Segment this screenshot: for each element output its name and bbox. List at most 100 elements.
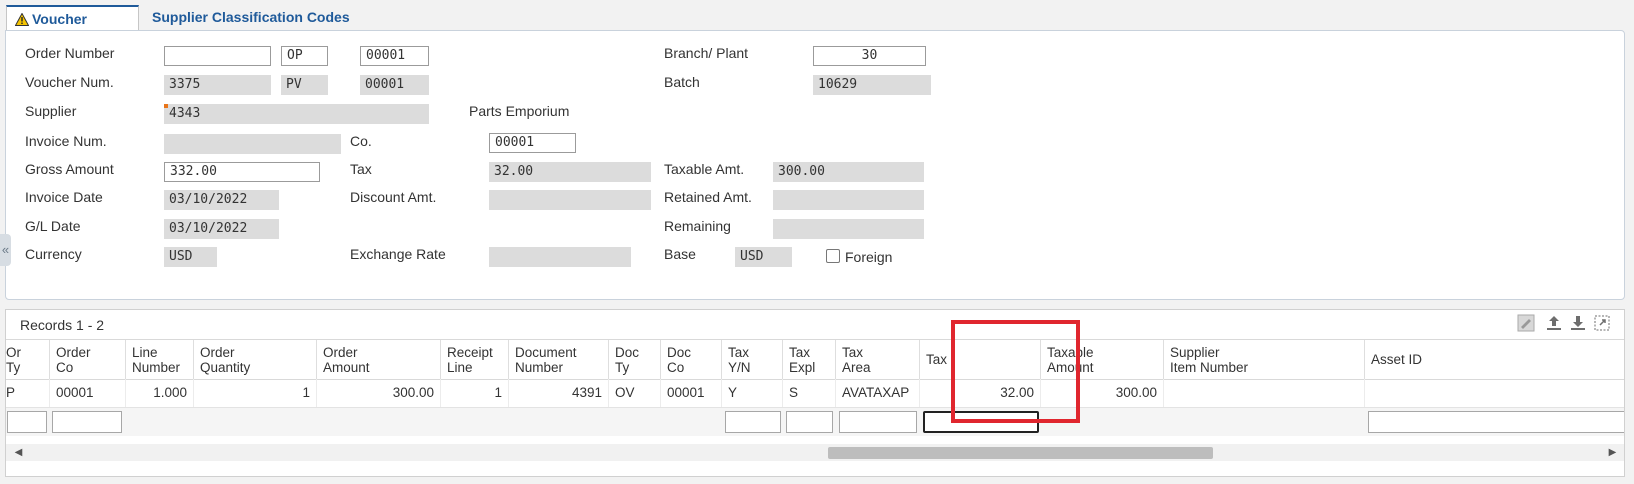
- cell-doc-co: 00001: [661, 379, 722, 407]
- retained-amt-field: [773, 190, 924, 210]
- detail-grid: Records 1 - 2 Or Ty Order Co Line Number Or…: [5, 309, 1625, 477]
- new-tax-yn-input[interactable]: [725, 411, 781, 433]
- tax-field: 32.00: [489, 162, 651, 182]
- company-input[interactable]: 00001: [489, 133, 576, 153]
- voucher-company-field: 00001: [360, 75, 429, 95]
- records-count: Records 1 - 2: [20, 317, 105, 333]
- exchange-rate-field: [489, 247, 631, 267]
- supplier-value: 4343: [169, 106, 201, 121]
- base-currency-field: USD: [735, 247, 792, 267]
- discount-amt-field: [489, 190, 651, 210]
- new-entry-row: [6, 408, 1624, 436]
- tab-supplier-classification-label: Supplier Classification Codes: [152, 9, 350, 25]
- grid-header-row: Or Ty Order Co Line Number Order Quantity Or…: [6, 339, 1624, 380]
- cell-or-ty: P: [6, 379, 50, 407]
- batch-label: Batch: [664, 74, 700, 90]
- taxable-amt-field: 300.00: [773, 162, 924, 182]
- cell-tax-area: AVATAXAP: [836, 379, 920, 407]
- voucher-num-field: 3375: [164, 75, 271, 95]
- col-receipt-line[interactable]: Receipt Line: [441, 340, 509, 379]
- batch-field: 10629: [813, 75, 931, 95]
- base-label: Base: [664, 246, 696, 262]
- remaining-field: [773, 219, 924, 239]
- collapse-panel-handle[interactable]: «: [0, 234, 11, 266]
- voucher-num-label: Voucher Num.: [25, 74, 114, 90]
- scroll-left-icon[interactable]: ◀: [10, 444, 27, 461]
- warning-icon: [15, 13, 29, 26]
- order-number-label: Order Number: [25, 45, 115, 61]
- scroll-right-icon[interactable]: ▶: [1604, 444, 1621, 461]
- col-doc-co[interactable]: Doc Co: [661, 340, 722, 379]
- tab-supplier-classification-codes[interactable]: Supplier Classification Codes: [144, 5, 358, 30]
- tax-label: Tax: [350, 161, 372, 177]
- col-supplier-item-number[interactable]: Supplier Item Number: [1164, 340, 1365, 379]
- cell-tax-yn: Y: [722, 379, 783, 407]
- col-or-ty[interactable]: Or Ty: [6, 340, 50, 379]
- cell-tax: 32.00: [920, 379, 1041, 407]
- cell-document-number: 4391: [509, 379, 609, 407]
- gl-date-field: 03/10/2022: [164, 219, 279, 239]
- col-order-co[interactable]: Order Co: [50, 340, 126, 379]
- cell-order-co: 00001: [50, 379, 126, 407]
- new-order-co-input[interactable]: [52, 411, 122, 433]
- cell-asset-id: [1365, 379, 1624, 407]
- retained-amt-label: Retained Amt.: [664, 189, 752, 205]
- edit-icon[interactable]: [1516, 314, 1536, 334]
- col-document-number[interactable]: Document Number: [509, 340, 609, 379]
- supplier-label: Supplier: [25, 103, 77, 119]
- tab-voucher-match[interactable]: Voucher Match: [6, 5, 139, 51]
- invoice-date-field: 03/10/2022: [164, 190, 279, 210]
- foreign-label: Foreign: [845, 249, 893, 265]
- gl-date-label: G/L Date: [25, 218, 81, 234]
- col-order-amount[interactable]: Order Amount: [317, 340, 441, 379]
- taxable-amt-label: Taxable Amt.: [664, 161, 745, 177]
- upload-icon[interactable]: [1544, 314, 1564, 334]
- cell-supplier-item-number: [1164, 379, 1365, 407]
- invoice-num-field: [164, 134, 341, 154]
- download-icon[interactable]: [1568, 314, 1588, 334]
- currency-label: Currency: [25, 246, 82, 262]
- col-asset-id[interactable]: Asset ID: [1365, 340, 1624, 379]
- voucher-type-field: PV: [281, 75, 328, 95]
- scroll-thumb[interactable]: [828, 447, 1213, 459]
- maximize-icon[interactable]: [1592, 314, 1612, 334]
- supplier-name: Parts Emporium: [469, 103, 570, 119]
- remaining-label: Remaining: [664, 218, 731, 234]
- new-asset-id-input[interactable]: [1368, 411, 1624, 433]
- invoice-num-label: Invoice Num.: [25, 133, 107, 149]
- table-row[interactable]: P 00001 1.000 1 300.00 1 4391 OV 00001 Y…: [6, 379, 1624, 408]
- cell-taxable-amount: 300.00: [1041, 379, 1164, 407]
- col-tax-area[interactable]: Tax Area: [836, 340, 920, 379]
- horizontal-scrollbar[interactable]: ◀ ▶: [6, 444, 1624, 461]
- new-tax-expl-input[interactable]: [786, 411, 833, 433]
- currency-field: USD: [164, 247, 217, 267]
- cell-order-quantity: 1: [194, 379, 317, 407]
- branch-plant-input[interactable]: 30: [813, 46, 926, 66]
- discount-amt-label: Discount Amt.: [350, 189, 437, 205]
- exchange-rate-label: Exchange Rate: [350, 246, 446, 262]
- tab-bar: Voucher Match Supplier Classification Co…: [6, 5, 1618, 51]
- new-or-ty-input[interactable]: [7, 411, 47, 433]
- col-order-quantity[interactable]: Order Quantity: [194, 340, 317, 379]
- branch-plant-label: Branch/ Plant: [664, 45, 749, 61]
- cell-receipt-line: 1: [441, 379, 509, 407]
- company-label: Co.: [350, 133, 372, 149]
- supplier-field: 4343: [164, 104, 429, 124]
- voucher-header-panel: Order Number OP 00001 Branch/ Plant 30 V…: [5, 30, 1625, 300]
- gross-amount-label: Gross Amount: [25, 161, 114, 177]
- order-number-input[interactable]: [164, 46, 271, 66]
- order-type-input[interactable]: OP: [281, 46, 328, 66]
- gross-amount-input[interactable]: 332.00: [164, 162, 320, 182]
- col-doc-ty[interactable]: Doc Ty: [609, 340, 661, 379]
- order-company-input[interactable]: 00001: [360, 46, 429, 66]
- col-tax-expl[interactable]: Tax Expl: [783, 340, 836, 379]
- invoice-date-label: Invoice Date: [25, 189, 103, 205]
- col-line-number[interactable]: Line Number: [126, 340, 194, 379]
- col-tax-yn[interactable]: Tax Y/N: [722, 340, 783, 379]
- new-tax-input[interactable]: [923, 411, 1039, 433]
- foreign-checkbox[interactable]: [826, 249, 840, 263]
- col-tax[interactable]: Tax: [920, 340, 1041, 379]
- cell-doc-ty: OV: [609, 379, 661, 407]
- new-tax-area-input[interactable]: [839, 411, 917, 433]
- col-taxable-amount[interactable]: Taxable Amount: [1041, 340, 1164, 379]
